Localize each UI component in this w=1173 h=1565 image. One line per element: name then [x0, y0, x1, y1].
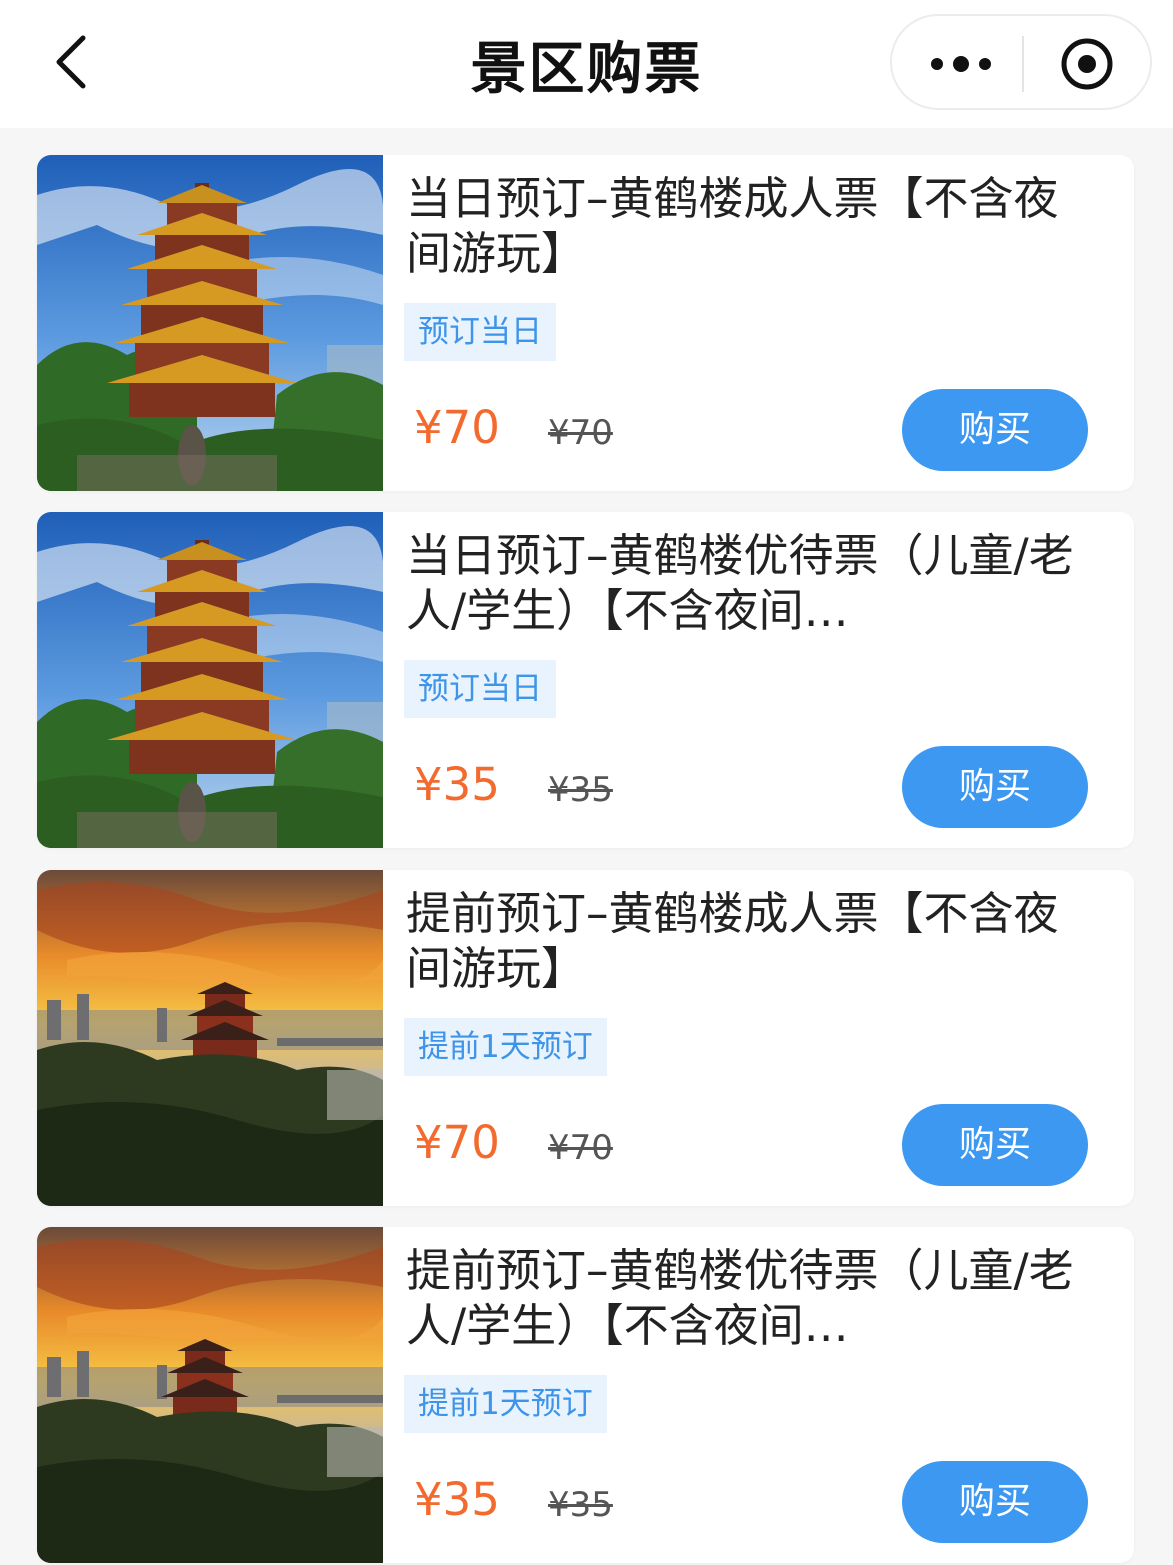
yellow-crane-tower-daytime-image	[37, 512, 383, 848]
ticket-name[interactable]: 当日预订–黄鹤楼优待票（儿童/老人/学生）【不含夜间…	[406, 528, 1096, 638]
ticket-name[interactable]: 当日预订–黄鹤楼成人票【不含夜间游玩】	[406, 171, 1096, 281]
ticket-page: 景区购票 当日预订–黄鹤楼成人票【不含夜间游玩】 预订当日 ¥70 ¥70 购买…	[0, 0, 1173, 1565]
ticket-price: ¥70	[414, 1116, 500, 1169]
yellow-crane-tower-daytime-image	[37, 155, 383, 491]
ticket-price: ¥70	[414, 401, 500, 454]
booking-tag: 预订当日	[404, 303, 556, 361]
ticket-info: 提前预订–黄鹤楼成人票【不含夜间游玩】 提前1天预订 ¥70 ¥70 购买	[404, 870, 1134, 1206]
more-button[interactable]	[916, 32, 1006, 96]
buy-button[interactable]: 购买	[902, 389, 1088, 471]
buy-button[interactable]: 购买	[902, 1461, 1088, 1543]
ticket-card[interactable]: 提前预订–黄鹤楼成人票【不含夜间游玩】 提前1天预订 ¥70 ¥70 购买	[37, 870, 1134, 1206]
original-price: ¥70	[548, 413, 613, 453]
booking-tag: 提前1天预订	[404, 1375, 607, 1433]
ticket-image-daytime	[37, 512, 383, 848]
buy-button[interactable]: 购买	[902, 746, 1088, 828]
close-mini-program-button[interactable]	[1050, 32, 1124, 96]
original-price: ¥70	[548, 1128, 613, 1168]
yellow-crane-tower-sunset-image	[37, 1227, 383, 1563]
ticket-name[interactable]: 提前预订–黄鹤楼优待票（儿童/老人/学生）【不含夜间…	[406, 1243, 1096, 1353]
nav-bar: 景区购票	[0, 0, 1173, 128]
ticket-image-daytime	[37, 155, 383, 491]
booking-tag: 提前1天预订	[404, 1018, 607, 1076]
buy-button[interactable]: 购买	[902, 1104, 1088, 1186]
yellow-crane-tower-sunset-image	[37, 870, 383, 1206]
ticket-image-sunset	[37, 1227, 383, 1563]
ticket-info: 当日预订–黄鹤楼优待票（儿童/老人/学生）【不含夜间… 预订当日 ¥35 ¥35…	[404, 512, 1134, 848]
ticket-card[interactable]: 提前预订–黄鹤楼优待票（儿童/老人/学生）【不含夜间… 提前1天预订 ¥35 ¥…	[37, 1227, 1134, 1563]
ticket-info: 当日预订–黄鹤楼成人票【不含夜间游玩】 预订当日 ¥70 ¥70 购买	[404, 155, 1134, 491]
ticket-image-sunset	[37, 870, 383, 1206]
original-price: ¥35	[548, 770, 613, 810]
ticket-info: 提前预订–黄鹤楼优待票（儿童/老人/学生）【不含夜间… 提前1天预订 ¥35 ¥…	[404, 1227, 1134, 1563]
original-price: ¥35	[548, 1485, 613, 1525]
ticket-card[interactable]: 当日预订–黄鹤楼成人票【不含夜间游玩】 预订当日 ¥70 ¥70 购买	[37, 155, 1134, 491]
ticket-price: ¥35	[414, 1473, 500, 1526]
mini-program-capsule	[890, 14, 1152, 110]
ticket-name[interactable]: 提前预订–黄鹤楼成人票【不含夜间游玩】	[406, 886, 1096, 996]
booking-tag: 预订当日	[404, 660, 556, 718]
ticket-card[interactable]: 当日预订–黄鹤楼优待票（儿童/老人/学生）【不含夜间… 预订当日 ¥35 ¥35…	[37, 512, 1134, 848]
target-close-icon	[1061, 38, 1113, 90]
more-dots-icon	[931, 56, 991, 72]
capsule-divider	[1022, 36, 1024, 92]
ticket-price: ¥35	[414, 758, 500, 811]
